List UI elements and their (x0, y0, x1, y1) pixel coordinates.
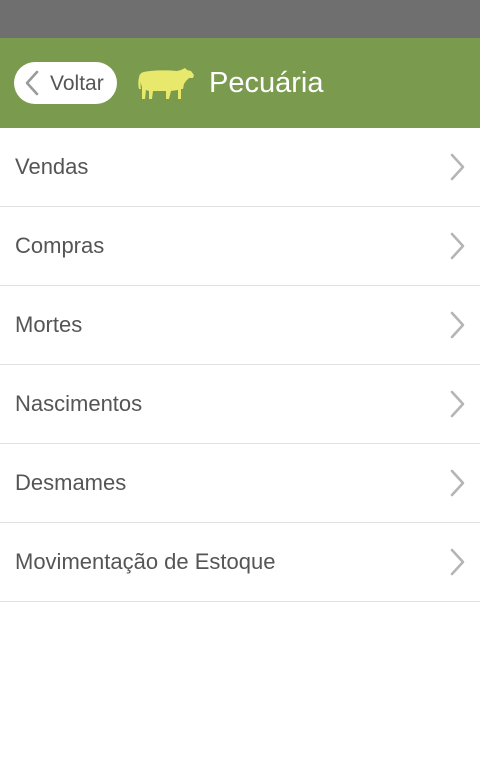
status-bar (0, 0, 480, 38)
chevron-right-icon (448, 153, 466, 181)
chevron-right-icon (448, 232, 466, 260)
back-button-label: Voltar (50, 71, 104, 95)
app-header: Voltar Pecuária (0, 38, 480, 128)
back-button[interactable]: Voltar (14, 62, 117, 104)
menu-item-compras[interactable]: Compras (0, 207, 480, 286)
menu-item-movimentacao-de-estoque[interactable]: Movimentação de Estoque (0, 523, 480, 602)
chevron-right-icon (448, 311, 466, 339)
menu-item-label: Mortes (15, 312, 83, 337)
chevron-left-icon (24, 70, 40, 96)
menu-item-mortes[interactable]: Mortes (0, 286, 480, 365)
cow-icon (137, 65, 195, 101)
chevron-right-icon (448, 469, 466, 497)
chevron-right-icon (448, 390, 466, 418)
menu-item-vendas[interactable]: Vendas (0, 128, 480, 207)
menu-item-label: Movimentação de Estoque (15, 549, 276, 574)
menu-item-nascimentos[interactable]: Nascimentos (0, 365, 480, 444)
menu-item-desmames[interactable]: Desmames (0, 444, 480, 523)
menu-item-label: Vendas (15, 154, 89, 179)
page-title: Pecuária (209, 66, 324, 99)
menu-list: Vendas Compras Mortes Nascimentos Desmam… (0, 128, 480, 602)
menu-item-label: Compras (15, 233, 105, 258)
menu-item-label: Nascimentos (15, 391, 143, 416)
chevron-right-icon (448, 548, 466, 576)
menu-item-label: Desmames (15, 470, 127, 495)
